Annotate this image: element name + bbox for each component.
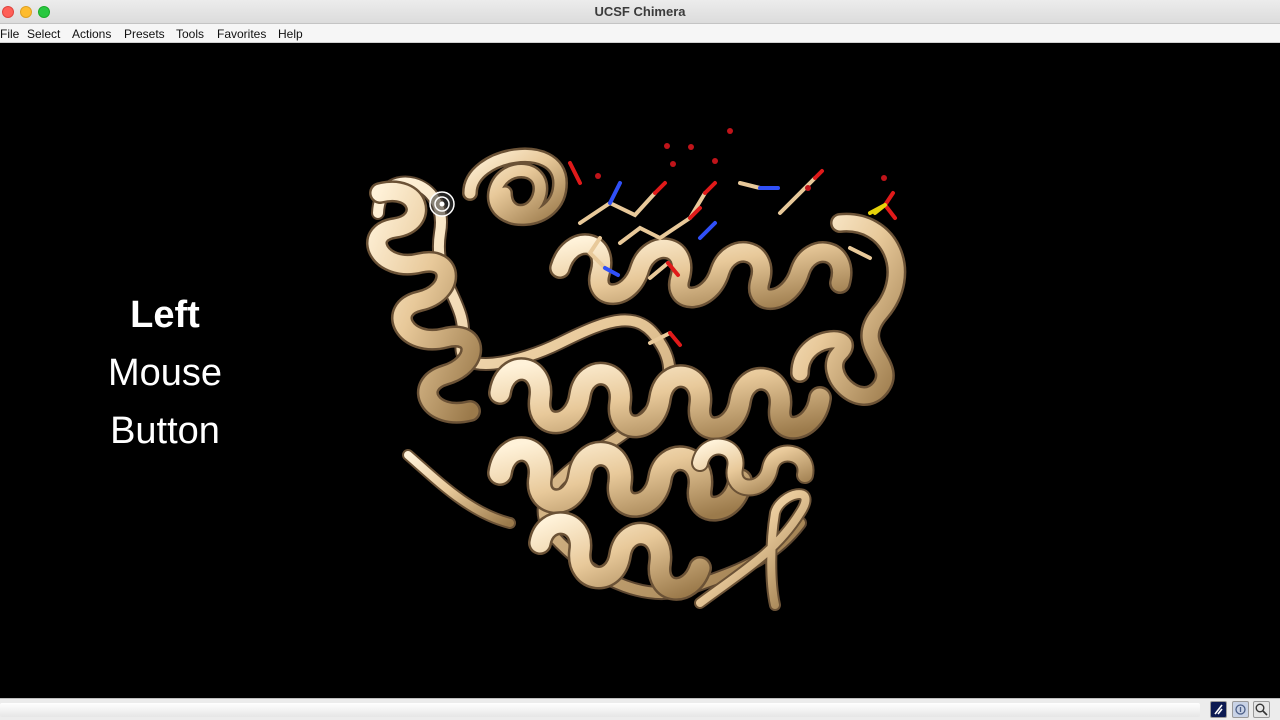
structure-info-icon[interactable] xyxy=(1232,701,1249,718)
molecule-graphics-viewport[interactable]: Left Mouse Button xyxy=(0,43,1280,698)
menu-tools[interactable]: Tools xyxy=(176,27,204,41)
menu-help[interactable]: Help xyxy=(278,27,303,41)
overlay-text-left: Left xyxy=(130,294,200,336)
status-message-field xyxy=(0,703,1200,717)
menu-file[interactable]: File xyxy=(0,27,19,41)
menu-favorites[interactable]: Favorites xyxy=(217,27,266,41)
title-bar: UCSF Chimera xyxy=(0,0,1280,24)
status-bar xyxy=(0,698,1280,720)
overlay-text-mouse: Mouse xyxy=(107,352,223,394)
zoom-icon[interactable] xyxy=(1253,701,1270,718)
overlay-text-button: Button xyxy=(110,410,220,452)
menu-bar: File Select Actions Presets Tools Favori… xyxy=(0,24,1280,43)
menu-select[interactable]: Select xyxy=(27,27,60,41)
window-title: UCSF Chimera xyxy=(594,4,686,19)
rotate-cursor-icon xyxy=(429,191,455,217)
menu-actions[interactable]: Actions xyxy=(72,27,111,41)
menu-presets[interactable]: Presets xyxy=(124,27,165,41)
ribbon-tool-icon[interactable] xyxy=(1210,701,1227,718)
